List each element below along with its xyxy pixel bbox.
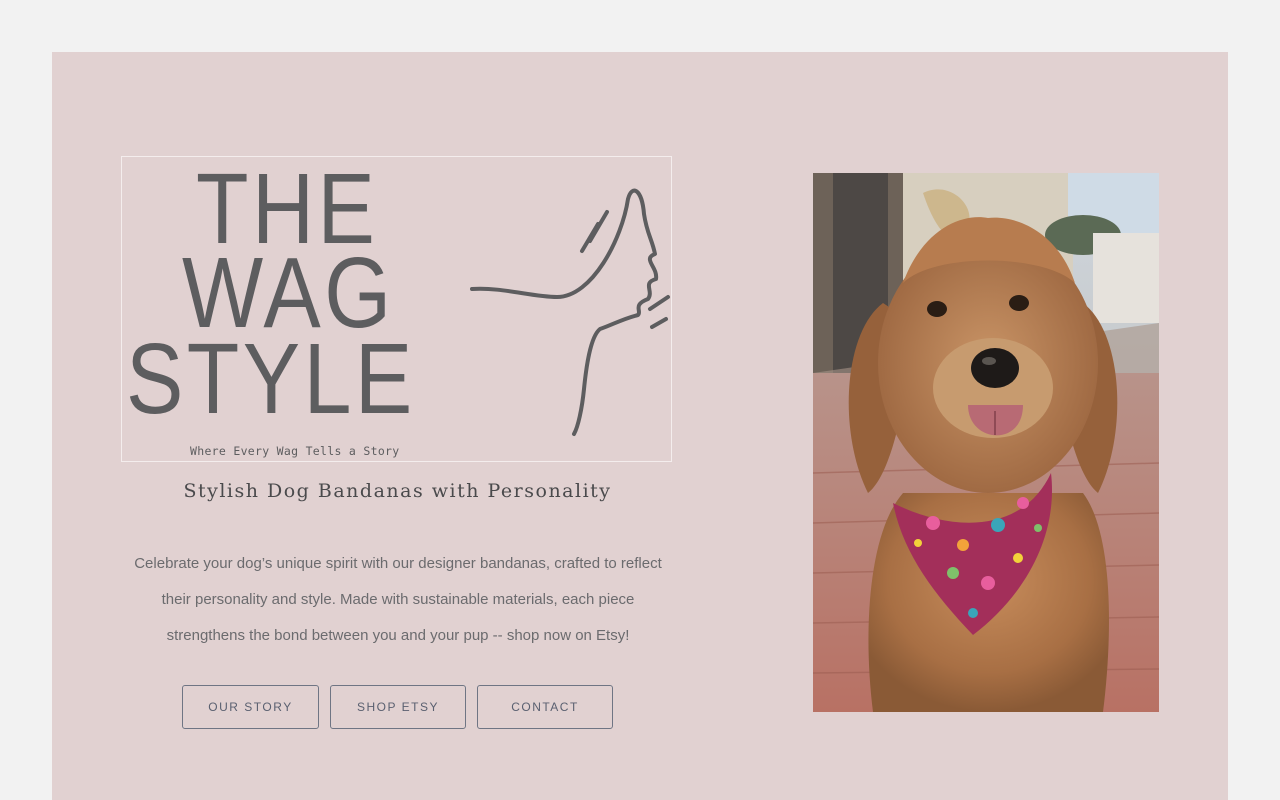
description-line: Celebrate your dog’s unique spirit with … — [134, 555, 662, 572]
wagging-tail-icon — [470, 188, 670, 436]
logo-tagline: Where Every Wag Tells a Story — [190, 444, 400, 458]
description-line: their personality and style. Made with s… — [161, 591, 635, 608]
our-story-button[interactable]: OUR STORY — [182, 685, 319, 729]
logo-word-style: STYLE — [126, 323, 416, 435]
dog-bandana-photo — [813, 173, 1159, 712]
hero-section: THE WAG STYLE Where Every Wag Tells a St… — [52, 52, 1228, 800]
dog-photo-illustration — [813, 173, 1159, 712]
description-line: strengthens the bond between you and you… — [166, 627, 630, 644]
contact-button[interactable]: CONTACT — [477, 685, 613, 729]
hero-subtitle: Stylish Dog Bandanas with Personality — [183, 480, 612, 502]
brand-logo: THE WAG STYLE Where Every Wag Tells a St… — [121, 156, 672, 462]
shop-etsy-button[interactable]: SHOP ETSY — [330, 685, 466, 729]
hero-description: Celebrate your dog’s unique spirit with … — [118, 546, 678, 654]
